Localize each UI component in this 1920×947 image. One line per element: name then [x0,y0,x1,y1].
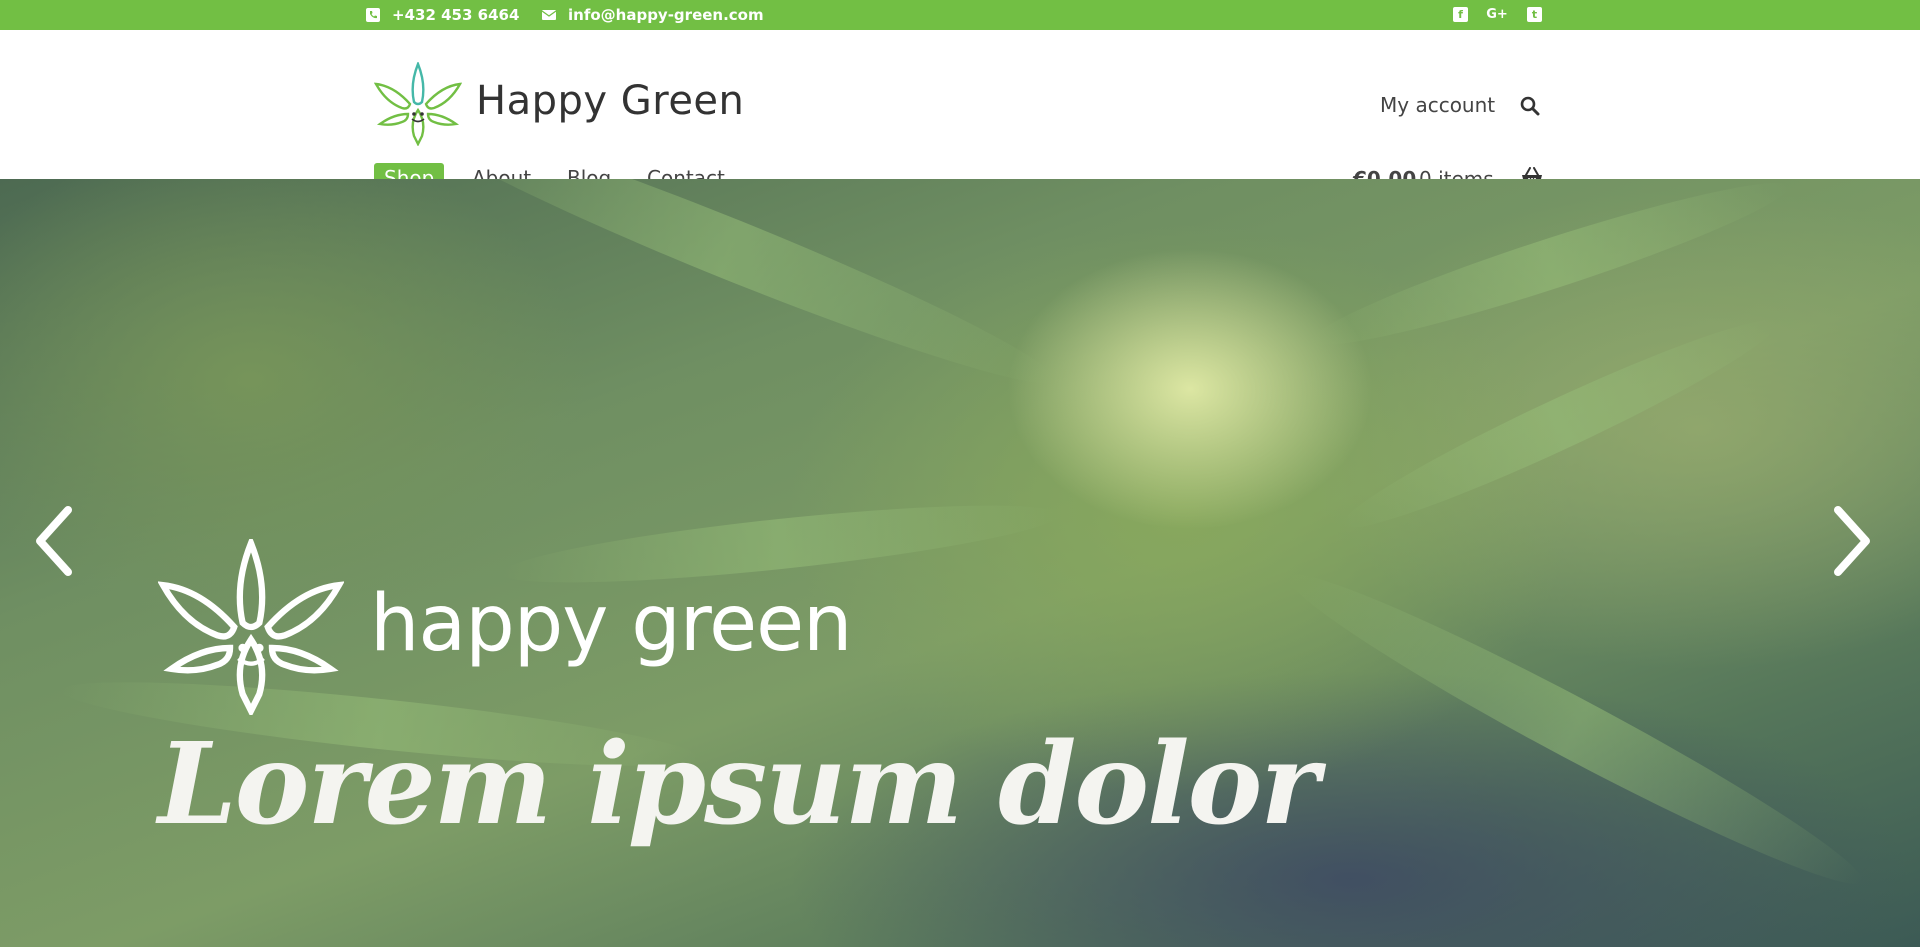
slider-prev-arrow[interactable] [34,506,74,576]
phone-contact[interactable]: +432 453 6464 [366,0,519,30]
hero-leaf-logo-icon [158,539,344,715]
twitter-icon[interactable]: t [1527,7,1542,22]
site-header: Happy Green My account Shop About Blog C… [0,30,1920,193]
background-leaf [1331,299,1789,549]
slider-next-arrow[interactable] [1832,506,1872,576]
facebook-icon[interactable]: f [1453,7,1468,22]
logo-leaf-icon[interactable] [374,62,462,146]
hero-title: Lorem ipsum dolor [158,719,1319,850]
search-icon[interactable] [1520,96,1540,116]
brand-name[interactable]: Happy Green [476,78,744,124]
background-leaf [1273,549,1877,909]
phone-number: +432 453 6464 [392,6,520,24]
my-account-link[interactable]: My account [1380,93,1495,117]
envelope-icon [542,10,556,20]
hero-brand-name: happy green [370,579,852,669]
top-bar: +432 453 6464 info@happy-green.com f G+ … [0,0,1920,30]
hero-slider: happy green Lorem ipsum dolor [0,179,1920,947]
phone-icon [366,8,380,22]
background-leaf [394,179,1066,408]
email-contact[interactable]: info@happy-green.com [542,0,764,30]
email-address: info@happy-green.com [568,6,764,24]
google-plus-icon[interactable]: G+ [1486,7,1508,22]
